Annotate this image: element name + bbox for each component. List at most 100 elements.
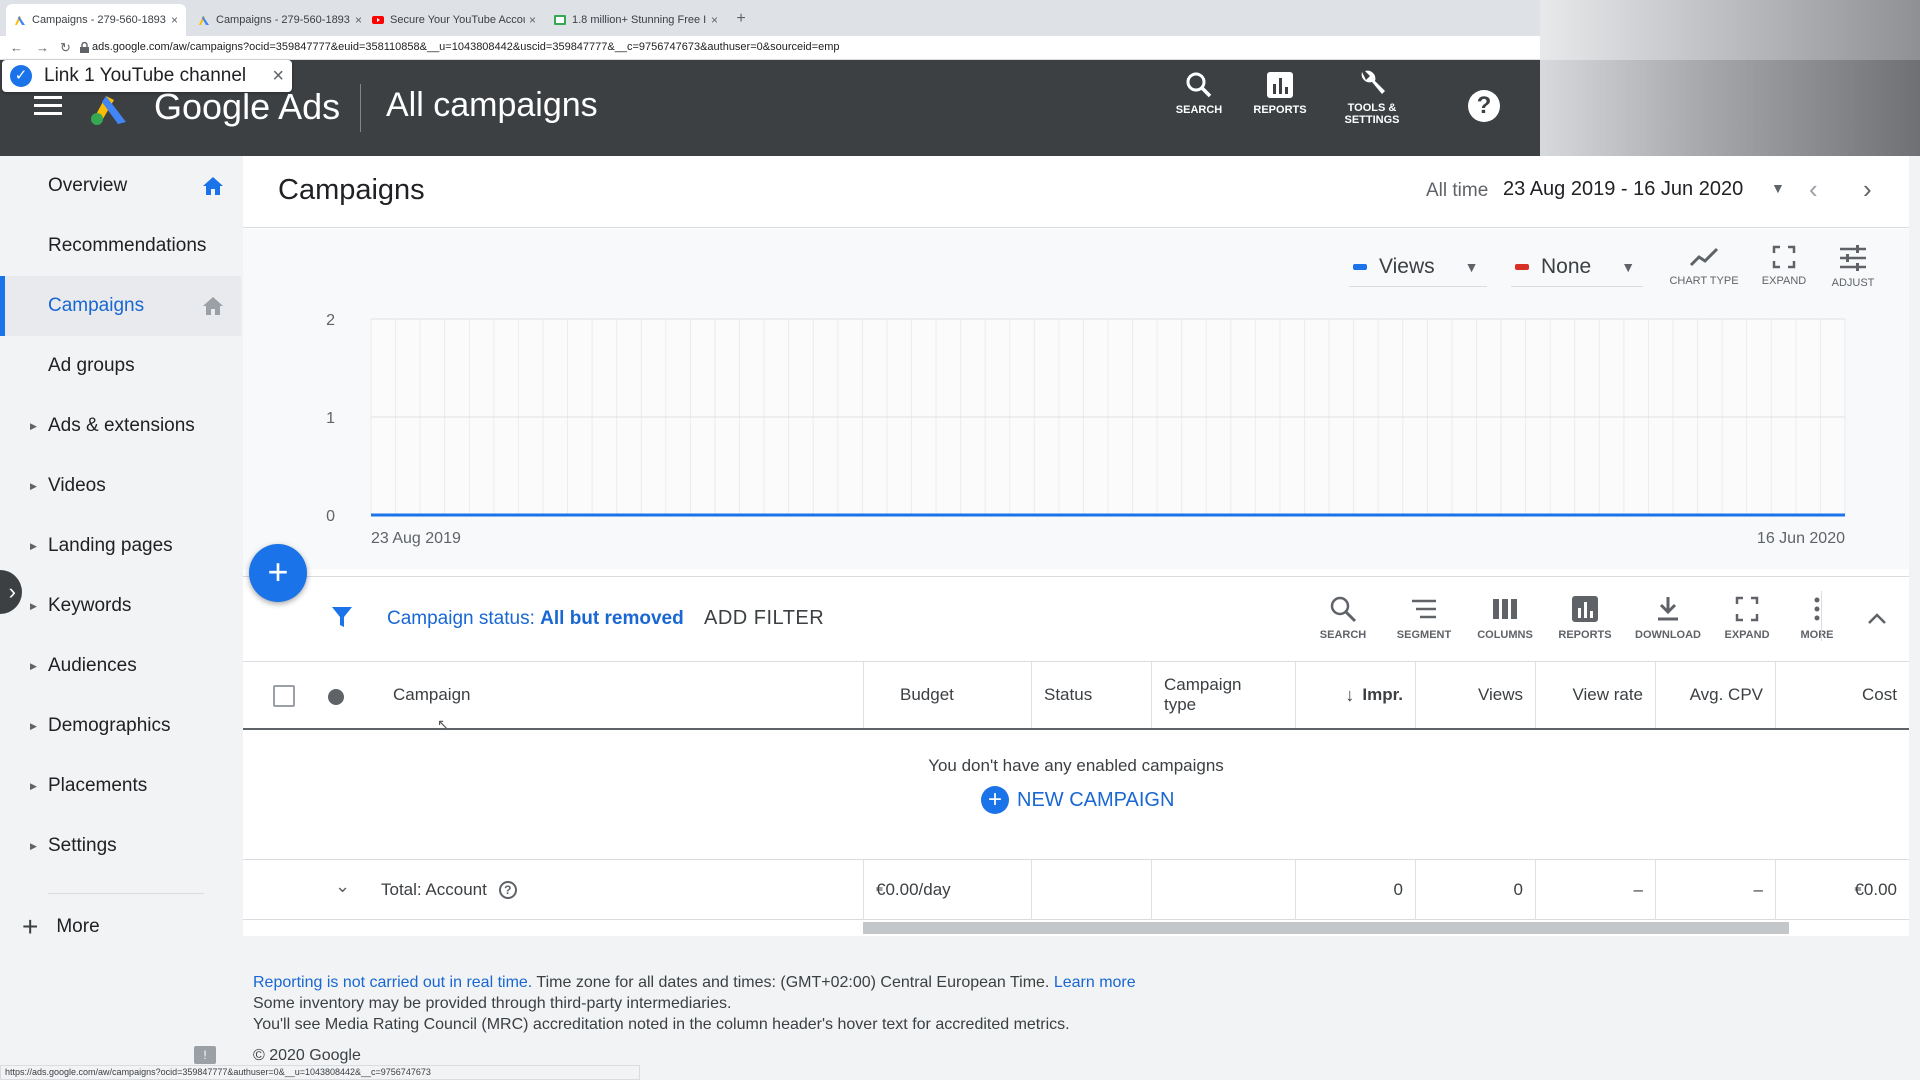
column-header-campaign-type[interactable]: Campaign type xyxy=(1151,662,1295,728)
url-field[interactable]: ads.google.com/aw/campaigns?ocid=3598477… xyxy=(92,41,1492,53)
close-icon[interactable]: × xyxy=(272,65,284,88)
reporting-link[interactable]: Reporting is not carried out in real tim… xyxy=(253,974,532,991)
date-range-dropdown-icon[interactable]: ▼ xyxy=(1771,180,1785,196)
new-campaign-label: NEW CAMPAIGN xyxy=(1017,788,1175,811)
table-reports-button[interactable]: REPORTS xyxy=(1545,595,1625,641)
date-range-picker[interactable]: 23 Aug 2019 - 16 Jun 2020 xyxy=(1503,178,1743,201)
chevron-up-icon[interactable] xyxy=(1867,613,1887,625)
date-range-label: All time xyxy=(1426,180,1489,201)
line-chart-icon xyxy=(1689,247,1719,267)
back-icon[interactable]: ← xyxy=(10,40,23,55)
header-reports-label: REPORTS xyxy=(1253,104,1307,116)
segment-icon xyxy=(1412,599,1436,619)
columns-icon xyxy=(1493,599,1517,619)
sidebar-item-label: Ads & extensions xyxy=(48,415,195,436)
table-header: Campaign Budget Status Campaign type ↓ Imp… xyxy=(243,662,1909,730)
column-header-cost[interactable]: Cost xyxy=(1775,662,1909,728)
segment-button[interactable]: SEGMENT xyxy=(1384,595,1464,641)
metric-2-swatch xyxy=(1515,263,1529,270)
google-ads-favicon-icon xyxy=(15,16,25,25)
column-header-view-rate[interactable]: View rate xyxy=(1535,662,1655,728)
column-header-avg-cpv[interactable]: Avg. CPV xyxy=(1655,662,1775,728)
link-youtube-toast[interactable]: ✓ Link 1 YouTube channel × xyxy=(2,60,292,92)
sidebar-item-overview[interactable]: Overview xyxy=(0,156,241,216)
tab-close-icon[interactable]: × xyxy=(529,13,536,27)
sidebar-item-label: Audiences xyxy=(48,655,137,676)
caret-right-icon: ▶ xyxy=(30,420,37,431)
filter-value: All but removed xyxy=(540,608,684,629)
browser-tab-4[interactable]: 1.8 million+ Stunning Free Ima × xyxy=(546,4,726,36)
chart-type-button[interactable]: CHART TYPE xyxy=(1662,245,1746,287)
add-filter-button[interactable]: ADD FILTER xyxy=(704,607,824,630)
menu-icon[interactable] xyxy=(34,96,62,120)
caret-right-icon: ▶ xyxy=(30,840,37,851)
sidebar-item-label: Videos xyxy=(48,475,106,496)
footer-line-1: Reporting is not carried out in real tim… xyxy=(253,972,1136,993)
filter-icon[interactable] xyxy=(331,605,353,629)
metric-selector-1[interactable]: Views ▼ xyxy=(1349,247,1487,287)
table-expand-button[interactable]: EXPAND xyxy=(1707,595,1787,641)
download-button[interactable]: DOWNLOAD xyxy=(1628,595,1708,641)
header-tools-button[interactable]: TOOLS & SETTINGS xyxy=(1332,68,1412,126)
new-tab-button[interactable]: + xyxy=(732,10,750,28)
browser-tab-3[interactable]: Secure Your YouTube Account × xyxy=(364,4,544,36)
total-impr-cell: 0 xyxy=(1295,860,1415,920)
chart-svg: 0 1 2 23 Aug 2019 16 Jun 2020 xyxy=(326,312,1846,547)
sidebar-more-button[interactable]: + More xyxy=(22,913,100,941)
status-dot-header[interactable] xyxy=(328,689,344,705)
help-circle-icon[interactable]: ? xyxy=(498,881,517,899)
help-icon[interactable]: ? xyxy=(1468,90,1500,122)
sidebar-item-ad-groups[interactable]: Ad groups xyxy=(0,336,241,396)
filter-label: Campaign status: xyxy=(387,608,541,629)
columns-button[interactable]: COLUMNS xyxy=(1465,595,1545,641)
column-header-impr[interactable]: ↓ Impr. xyxy=(1295,662,1415,728)
sidebar-item-placements[interactable]: ▶ Placements xyxy=(0,756,241,816)
sidebar-item-recommendations[interactable]: Recommendations xyxy=(0,216,241,276)
sidebar-divider xyxy=(48,893,204,894)
sidebar-item-campaigns[interactable]: Campaigns xyxy=(0,276,241,336)
sidebar-item-audiences[interactable]: ▶ Audiences xyxy=(0,636,241,696)
budget-header-label: Budget xyxy=(900,685,954,704)
reports-icon xyxy=(1267,72,1293,98)
browser-tab-2[interactable]: Campaigns - 279-560-1893 - × xyxy=(190,4,370,36)
search-icon xyxy=(1186,72,1212,98)
column-header-views[interactable]: Views xyxy=(1415,662,1535,728)
table-more-button[interactable]: MORE xyxy=(1777,595,1857,641)
reload-icon[interactable]: ↻ xyxy=(60,40,71,56)
metric-selector-2[interactable]: None ▼ xyxy=(1511,247,1644,287)
tab-close-icon[interactable]: × xyxy=(171,13,178,27)
caret-right-icon: ▶ xyxy=(30,720,37,731)
header-reports-button[interactable]: REPORTS xyxy=(1240,70,1320,116)
chevron-right-icon[interactable]: › xyxy=(1863,174,1872,205)
sidebar-item-landing-pages[interactable]: ▶ Landing pages xyxy=(0,516,241,576)
campaigns-card: Campaigns All time 23 Aug 2019 - 16 Jun … xyxy=(243,156,1909,936)
select-all-checkbox[interactable] xyxy=(273,685,295,707)
tab-close-icon[interactable]: × xyxy=(355,13,362,27)
learn-more-link[interactable]: Learn more xyxy=(1054,974,1136,991)
page-titlebar: Campaigns All time 23 Aug 2019 - 16 Jun … xyxy=(243,156,1909,228)
new-campaign-button[interactable]: + NEW CAMPAIGN xyxy=(981,786,1174,814)
sidebar-item-demographics[interactable]: ▶ Demographics xyxy=(0,696,241,756)
chevron-left-icon[interactable]: ‹ xyxy=(1809,174,1818,205)
feedback-icon[interactable]: ! xyxy=(194,1046,216,1064)
google-ads-logo xyxy=(91,96,126,125)
header-search-button[interactable]: SEARCH xyxy=(1159,70,1239,116)
campaign-status-filter[interactable]: Campaign status: All but removed xyxy=(387,608,684,630)
sidebar-item-ads-extensions[interactable]: ▶ Ads & extensions xyxy=(0,396,241,456)
chevron-down-icon[interactable]: ⌄ xyxy=(335,876,350,897)
add-campaign-fab[interactable]: + xyxy=(249,544,307,602)
campaign-type-header-line-2: type xyxy=(1164,695,1197,714)
total-views-cell: 0 xyxy=(1415,860,1535,920)
horizontal-scrollbar[interactable] xyxy=(863,922,1789,934)
sidebar-item-keywords[interactable]: ▶ Keywords xyxy=(0,576,241,636)
forward-icon[interactable]: → xyxy=(36,40,49,55)
tab-close-icon[interactable]: × xyxy=(711,13,718,27)
table-search-button[interactable]: SEARCH xyxy=(1303,595,1383,641)
sidebar-item-settings[interactable]: ▶ Settings xyxy=(0,816,241,876)
column-header-budget[interactable]: Budget xyxy=(863,662,1031,728)
browser-tab-1[interactable]: Campaigns - 279-560-1893 - × xyxy=(6,4,186,36)
sidebar-item-videos[interactable]: ▶ Videos xyxy=(0,456,241,516)
column-header-status[interactable]: Status xyxy=(1031,662,1151,728)
chart-adjust-button[interactable]: ADJUST xyxy=(1811,245,1895,289)
blurred-background xyxy=(1540,0,1920,175)
